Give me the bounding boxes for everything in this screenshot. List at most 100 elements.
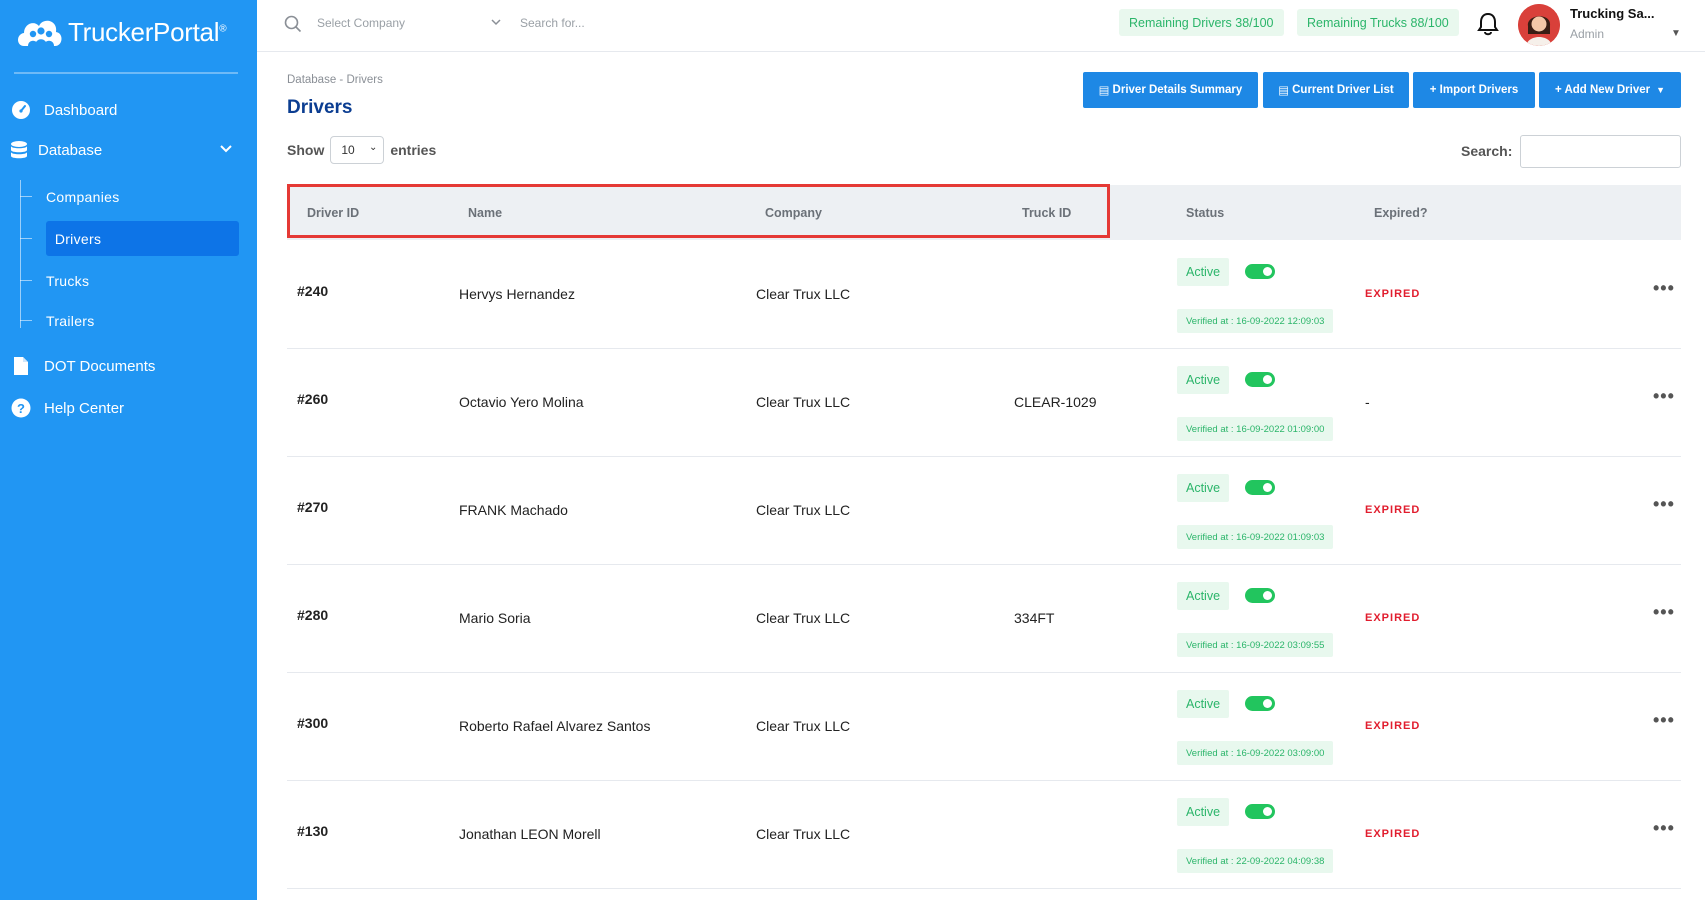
bell-icon[interactable]: [1477, 12, 1499, 41]
driver-name[interactable]: Roberto Rafael Alvarez Santos: [459, 718, 650, 734]
driver-details-summary-button[interactable]: ▤ Driver Details Summary: [1083, 72, 1258, 108]
more-options-icon[interactable]: •••: [1653, 278, 1675, 299]
cloud-logo-icon: [14, 12, 64, 52]
status-toggle[interactable]: [1245, 696, 1275, 711]
expired-status: EXPIRED: [1365, 288, 1421, 300]
sidebar-subitem-companies[interactable]: Companies: [20, 179, 239, 214]
status-badge: Active: [1177, 798, 1230, 826]
caret-down-icon[interactable]: ▼: [1671, 28, 1681, 39]
help-icon: ?: [10, 397, 32, 419]
entries-label: entries: [390, 142, 437, 158]
brand-logo[interactable]: TruckerPortal®: [14, 12, 227, 52]
driver-id[interactable]: #240: [297, 283, 328, 299]
dashboard-icon: [10, 99, 32, 121]
svg-text:?: ?: [17, 401, 25, 416]
import-drivers-button[interactable]: + Import Drivers: [1413, 72, 1535, 108]
sidebar-item-dot-documents[interactable]: DOT Documents: [10, 355, 155, 377]
search-icon[interactable]: [284, 15, 302, 38]
highlight-annotation-box: [287, 184, 1110, 238]
sidebar-item-help-center[interactable]: ? Help Center: [10, 397, 124, 419]
sidebar-subitem-label: Companies: [46, 188, 120, 205]
more-options-icon[interactable]: •••: [1653, 386, 1675, 407]
driver-name[interactable]: Mario Soria: [459, 610, 531, 626]
tree-branch: [20, 320, 32, 321]
table-row[interactable]: #300 Roberto Rafael Alvarez Santos Clear T…: [287, 673, 1681, 781]
sidebar-subitem-trucks[interactable]: Trucks: [20, 263, 239, 298]
sidebar-item-label: DOT Documents: [44, 357, 156, 375]
user-name[interactable]: Trucking Sa...: [1570, 6, 1655, 21]
user-role: Admin: [1570, 27, 1605, 41]
page-title: Drivers: [287, 97, 353, 118]
table-search-input[interactable]: [1520, 135, 1681, 168]
verified-timestamp: Verified at : 16-09-2022 03:09:00: [1177, 741, 1334, 765]
divider: [14, 72, 238, 74]
driver-company: Clear Trux LLC: [756, 610, 851, 626]
company-select-placeholder: Select Company: [317, 16, 406, 30]
driver-id[interactable]: #130: [297, 823, 328, 839]
column-header-expired[interactable]: Expired?: [1374, 206, 1428, 220]
more-options-icon[interactable]: •••: [1653, 494, 1675, 515]
column-header-status[interactable]: Status: [1186, 206, 1224, 220]
table-row[interactable]: #280 Mario Soria Clear Trux LLC 334FT Active…: [287, 565, 1681, 673]
more-options-icon[interactable]: •••: [1653, 602, 1675, 623]
table-icon: ▤: [1278, 85, 1290, 97]
sidebar-subitem-label: Trailers: [46, 312, 95, 329]
caret-down-icon: ▼: [1656, 85, 1666, 95]
driver-truck-id: CLEAR-1029: [1014, 394, 1097, 410]
expired-status: -: [1365, 394, 1370, 410]
driver-company: Clear Trux LLC: [756, 286, 851, 302]
driver-company: Clear Trux LLC: [756, 718, 851, 734]
sidebar-item-database[interactable]: Database: [8, 139, 233, 161]
driver-id[interactable]: #300: [297, 715, 328, 731]
remaining-drivers-badge: Remaining Drivers 38/100: [1119, 9, 1284, 36]
avatar[interactable]: [1518, 4, 1560, 46]
page-size-control: Show 10 ⌄ entries: [287, 136, 436, 164]
status-badge: Active: [1177, 582, 1230, 610]
more-options-icon[interactable]: •••: [1653, 818, 1675, 839]
table-search-label: Search:: [1461, 143, 1513, 159]
sidebar-subitem-drivers[interactable]: Drivers: [20, 221, 239, 256]
sidebar-item-label: Help Center: [44, 399, 125, 417]
table-row[interactable]: #270 FRANK Machado Clear Trux LLC Active Ver…: [287, 457, 1681, 565]
status-badge: Active: [1177, 366, 1230, 394]
driver-name[interactable]: FRANK Machado: [459, 502, 568, 518]
chevron-down-icon: [490, 16, 502, 31]
status-badge: Active: [1177, 258, 1230, 286]
driver-company: Clear Trux LLC: [756, 502, 851, 518]
current-driver-list-button[interactable]: ▤ Current Driver List: [1263, 72, 1409, 108]
status-badge: Active: [1177, 690, 1230, 718]
sidebar-item-dashboard[interactable]: Dashboard: [10, 99, 117, 121]
driver-name[interactable]: Hervys Hernandez: [459, 286, 575, 302]
verified-timestamp: Verified at : 16-09-2022 01:09:00: [1177, 417, 1334, 441]
expired-status: EXPIRED: [1365, 612, 1421, 624]
driver-name[interactable]: Octavio Yero Molina: [459, 394, 584, 410]
status-toggle[interactable]: [1245, 588, 1275, 603]
global-search-input[interactable]: Search for...: [520, 16, 585, 30]
status-toggle[interactable]: [1245, 804, 1275, 819]
sidebar-item-label: Dashboard: [44, 101, 118, 119]
database-icon: [8, 139, 30, 161]
brand-name: TruckerPortal®: [68, 16, 227, 47]
page-size-select[interactable]: 10 ⌄: [330, 136, 385, 164]
add-new-driver-button[interactable]: + Add New Driver ▼: [1539, 72, 1681, 108]
status-toggle[interactable]: [1245, 480, 1275, 495]
table-row[interactable]: #240 Hervys Hernandez Clear Trux LLC Active…: [287, 241, 1681, 349]
company-select[interactable]: Select Company: [317, 16, 502, 30]
more-options-icon[interactable]: •••: [1653, 710, 1675, 731]
sidebar-item-label: Database: [38, 141, 103, 159]
driver-id[interactable]: #270: [297, 499, 328, 515]
show-label: Show: [287, 142, 325, 158]
topbar: Select Company Search for... Remaining D…: [257, 0, 1705, 52]
expired-status: EXPIRED: [1365, 504, 1421, 516]
status-toggle[interactable]: [1245, 372, 1275, 387]
driver-id[interactable]: #260: [297, 391, 328, 407]
driver-name[interactable]: Jonathan LEON Morell: [459, 826, 601, 842]
table-row[interactable]: #260 Octavio Yero Molina Clear Trux LLC CLE…: [287, 349, 1681, 457]
tree-branch: [20, 238, 32, 239]
verified-timestamp: Verified at : 16-09-2022 03:09:55: [1177, 633, 1334, 657]
table-row[interactable]: #130 Jonathan LEON Morell Clear Trux LLC Ac…: [287, 781, 1681, 889]
sidebar-subitem-trailers[interactable]: Trailers: [20, 303, 239, 338]
driver-company: Clear Trux LLC: [756, 826, 851, 842]
status-toggle[interactable]: [1245, 264, 1275, 279]
driver-id[interactable]: #280: [297, 607, 328, 623]
